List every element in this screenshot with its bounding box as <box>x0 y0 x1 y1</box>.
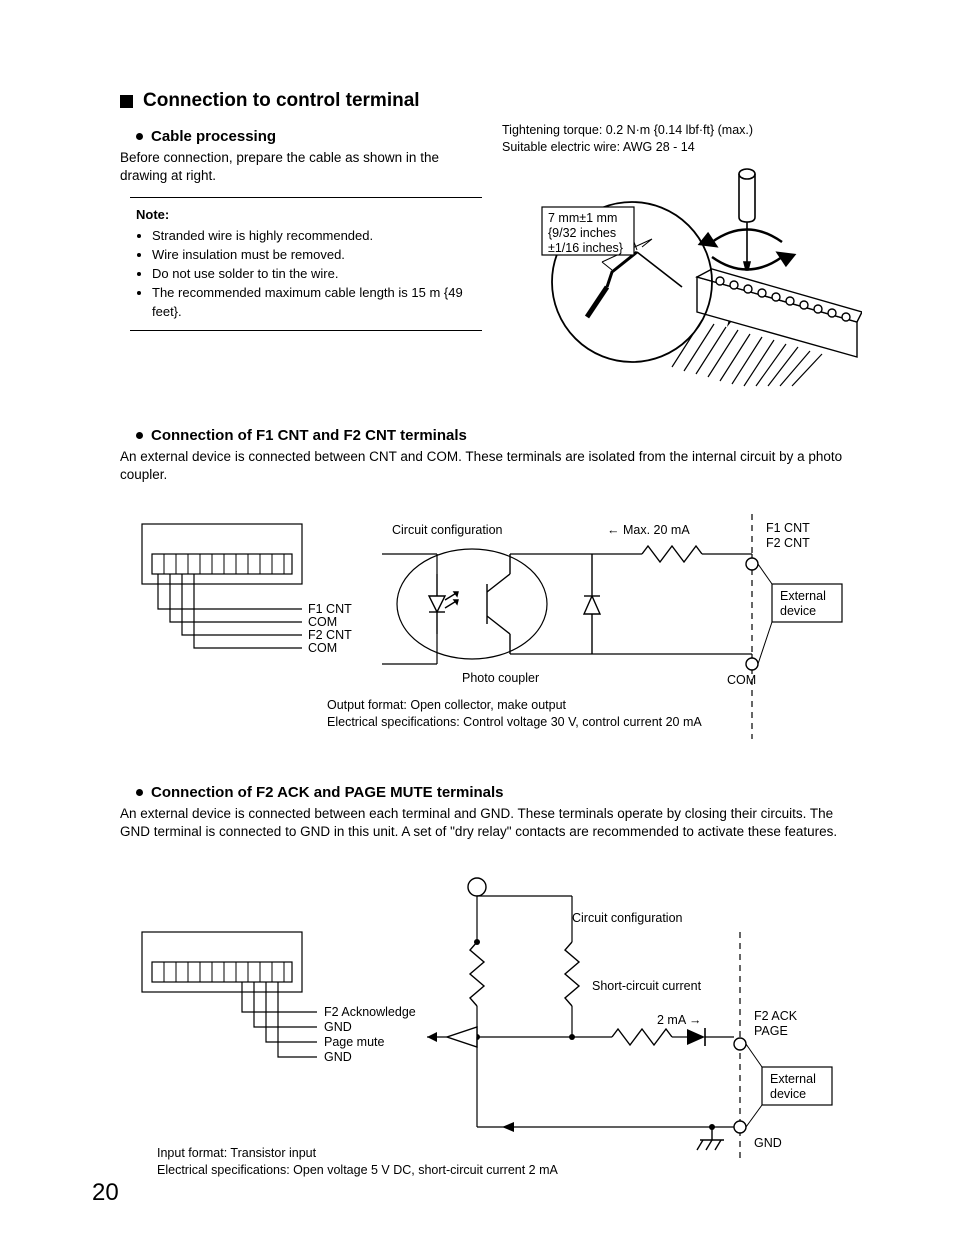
body-paragraph: An external device is connected between … <box>120 805 864 841</box>
terminal-label: COM <box>308 615 337 629</box>
note-item: Stranded wire is highly recommended. <box>152 227 476 246</box>
terminal-label: F2 CNT <box>766 536 810 550</box>
diagram-label: ← Max. 20 mA <box>607 523 690 537</box>
diagram-label: device <box>770 1087 806 1101</box>
terminal-label: GND <box>324 1050 352 1064</box>
spec-text: Input format: Transistor input <box>157 1146 317 1160</box>
callout-text: {9/32 inches <box>548 226 616 240</box>
document-page: Connection to control terminal Cable pro… <box>0 0 954 1247</box>
body-paragraph: An external device is connected between … <box>120 448 864 484</box>
subheading-row: Connection of F2 ACK and PAGE MUTE termi… <box>136 784 864 801</box>
diagram-label: Circuit configuration <box>392 523 503 537</box>
note-item: The recommended maximum cable length is … <box>152 284 476 322</box>
terminal-label: GND <box>324 1020 352 1034</box>
body-paragraph: Before connection, prepare the cable as … <box>120 149 482 185</box>
diagram-label: 2 mA → <box>657 1013 701 1027</box>
diagram-label: Short-circuit current <box>592 979 702 993</box>
note-list: Stranded wire is highly recommended. Wir… <box>136 227 476 321</box>
ack-mute-circuit-diagram: F2 Acknowledge GND Page mute GND Circuit… <box>120 872 864 1182</box>
diagram-label: External <box>770 1072 816 1086</box>
spec-text: Output format: Open collector, make outp… <box>327 698 567 712</box>
cnt-circuit-diagram: F1 CNT COM F2 CNT COM Circuit configurat… <box>120 514 864 744</box>
bullet-dot-icon <box>136 432 143 439</box>
terminal-label: PAGE <box>754 1024 788 1038</box>
terminal-label: F2 ACK <box>754 1009 798 1023</box>
note-item: Wire insulation must be removed. <box>152 246 476 265</box>
cable-processing-row: Cable processing Before connection, prep… <box>120 122 864 392</box>
square-bullet-icon <box>120 95 133 108</box>
bullet-dot-icon <box>136 133 143 140</box>
page-number: 20 <box>92 1179 119 1207</box>
subheading: Connection of F1 CNT and F2 CNT terminal… <box>151 427 467 444</box>
section-f1-f2-cnt: Connection of F1 CNT and F2 CNT terminal… <box>120 427 864 749</box>
cable-processing-right: Tightening torque: 0.2 N·m {0.14 lbf·ft}… <box>502 122 864 392</box>
diagram-label: Photo coupler <box>462 671 539 685</box>
spec-text: Electrical specifications: Open voltage … <box>157 1163 559 1177</box>
note-item: Do not use solder to tin the wire. <box>152 265 476 284</box>
terminal-label: F1 CNT <box>766 521 810 535</box>
terminal-label: GND <box>754 1136 782 1150</box>
terminal-label: F2 Acknowledge <box>324 1005 416 1019</box>
section-heading: Connection to control terminal <box>143 90 420 112</box>
subheading: Cable processing <box>151 128 276 145</box>
screwdriver-terminal-diagram: 7 mm±1 mm {9/32 inches ±1/16 inches} <box>502 162 862 387</box>
section-f2-ack-page-mute: Connection of F2 ACK and PAGE MUTE termi… <box>120 784 864 1186</box>
terminal-label: F1 CNT <box>308 602 352 616</box>
section-heading-row: Connection to control terminal <box>120 90 864 112</box>
spec-text: Electrical specifications: Control volta… <box>327 715 702 729</box>
diagram-label: Circuit configuration <box>572 911 683 925</box>
subheading: Connection of F2 ACK and PAGE MUTE termi… <box>151 784 504 801</box>
callout-text: ±1/16 inches} <box>548 241 623 255</box>
subheading-row: Cable processing <box>136 128 482 145</box>
terminal-label: COM <box>727 673 756 687</box>
cable-processing-left: Cable processing Before connection, prep… <box>120 122 482 331</box>
note-box: Note: Stranded wire is highly recommende… <box>130 197 482 330</box>
callout-text: 7 mm±1 mm <box>548 211 617 225</box>
torque-spec: Tightening torque: 0.2 N·m {0.14 lbf·ft}… <box>502 122 864 139</box>
note-title: Note: <box>136 206 476 225</box>
terminal-label: Page mute <box>324 1035 385 1049</box>
diagram-label: device <box>780 604 816 618</box>
terminal-label: COM <box>308 641 337 655</box>
bullet-dot-icon <box>136 789 143 796</box>
terminal-label: F2 CNT <box>308 628 352 642</box>
subheading-row: Connection of F1 CNT and F2 CNT terminal… <box>136 427 864 444</box>
wire-spec: Suitable electric wire: AWG 28 - 14 <box>502 139 864 156</box>
diagram-label: External <box>780 589 826 603</box>
